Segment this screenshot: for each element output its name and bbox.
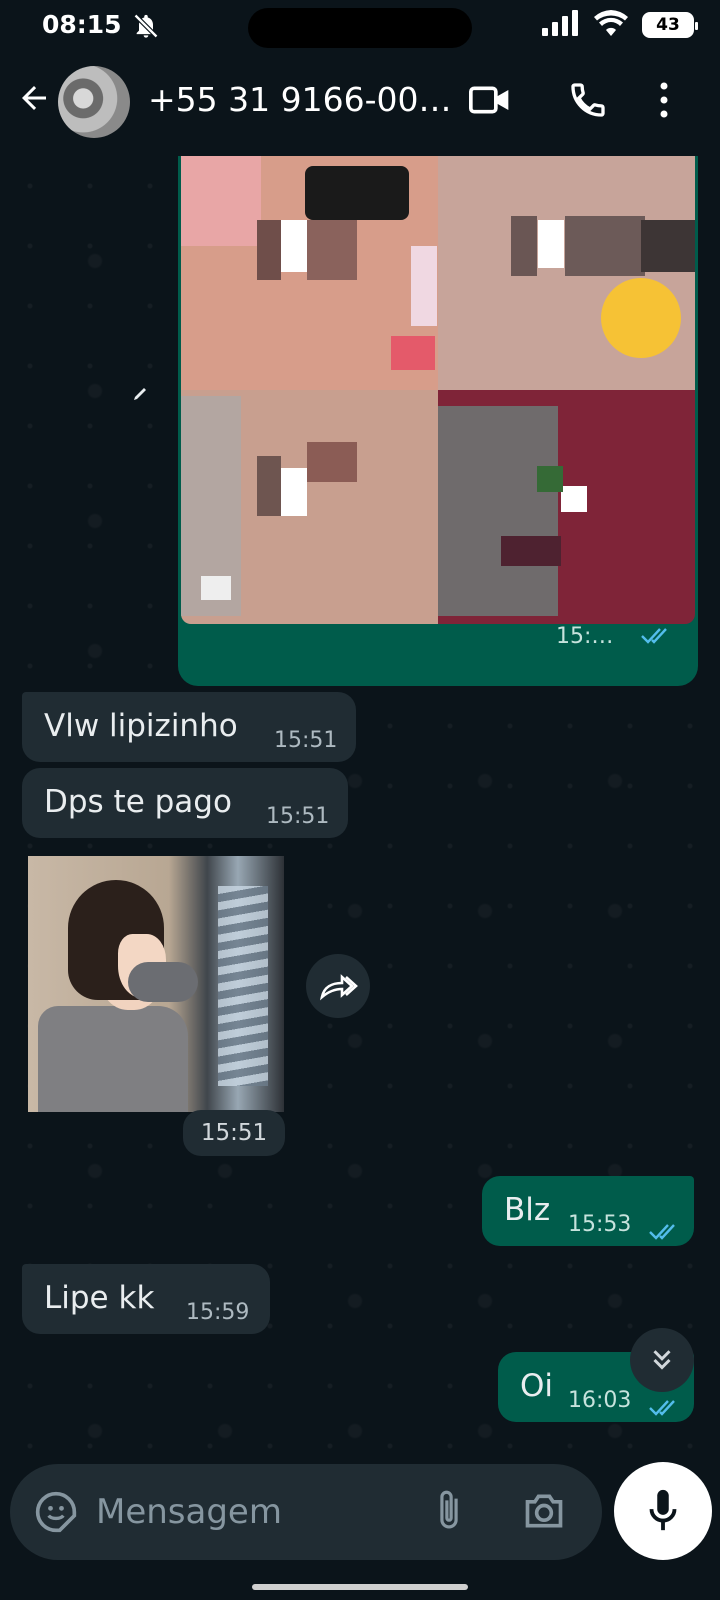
forward-button[interactable]	[306, 954, 370, 1018]
message-bubble-incoming[interactable]: Lipe kk 15:59	[22, 1264, 270, 1334]
message-text: Blz	[504, 1192, 551, 1228]
voice-call-icon[interactable]	[568, 80, 608, 124]
read-ticks-icon	[640, 626, 674, 650]
sticker-icon[interactable]	[34, 1490, 78, 1538]
incoming-photo[interactable]	[28, 856, 284, 1112]
message-time: 15:51	[266, 804, 330, 829]
message-text: Dps te pago	[44, 784, 232, 820]
chat-area[interactable]: 15:… Vlw lipizinho 15:51 Dps te pago 15:…	[0, 156, 720, 1456]
photo-time: 15:51	[183, 1110, 285, 1156]
message-time: 15:51	[274, 728, 338, 753]
message-time: 15:53	[568, 1212, 632, 1237]
message-time: 16:03	[568, 1388, 632, 1413]
home-indicator	[252, 1584, 468, 1590]
contact-avatar[interactable]	[58, 66, 130, 138]
message-input[interactable]	[96, 1488, 396, 1536]
message-text: Vlw lipizinho	[44, 708, 238, 744]
message-text: Oi	[520, 1368, 554, 1404]
scroll-to-bottom-button[interactable]	[630, 1328, 694, 1392]
collage-time: 15:…	[556, 624, 614, 649]
message-bubble-outgoing[interactable]: Blz 15:53	[482, 1176, 694, 1246]
read-ticks-icon	[648, 1390, 682, 1426]
read-ticks-icon	[648, 1214, 682, 1250]
message-text: Lipe kk	[44, 1280, 155, 1316]
pixelated-image[interactable]	[181, 156, 695, 624]
contact-name[interactable]: +55 31 9166-00…	[148, 80, 452, 119]
message-input-container[interactable]	[10, 1464, 602, 1560]
battery-indicator: 43	[642, 12, 698, 38]
message-time: 15:59	[186, 1300, 250, 1325]
status-bar: 08:15 43	[0, 0, 720, 50]
status-time: 08:15	[42, 10, 122, 39]
signal-icon	[542, 10, 580, 40]
wifi-icon	[594, 10, 628, 40]
video-call-icon[interactable]	[468, 80, 512, 124]
back-arrow-icon[interactable]	[16, 80, 52, 120]
attach-icon[interactable]	[434, 1488, 464, 1538]
camera-island	[248, 8, 472, 48]
composer-bar	[0, 1456, 720, 1600]
message-bubble-incoming[interactable]: Vlw lipizinho 15:51	[22, 692, 356, 762]
mute-icon	[132, 12, 160, 44]
edit-pencil-icon[interactable]	[130, 384, 150, 408]
chat-header: +55 31 9166-00…	[0, 50, 720, 156]
camera-icon[interactable]	[522, 1490, 566, 1536]
more-options-icon[interactable]	[658, 80, 670, 124]
mic-button[interactable]	[614, 1462, 712, 1560]
message-bubble-incoming[interactable]: Dps te pago 15:51	[22, 768, 348, 838]
